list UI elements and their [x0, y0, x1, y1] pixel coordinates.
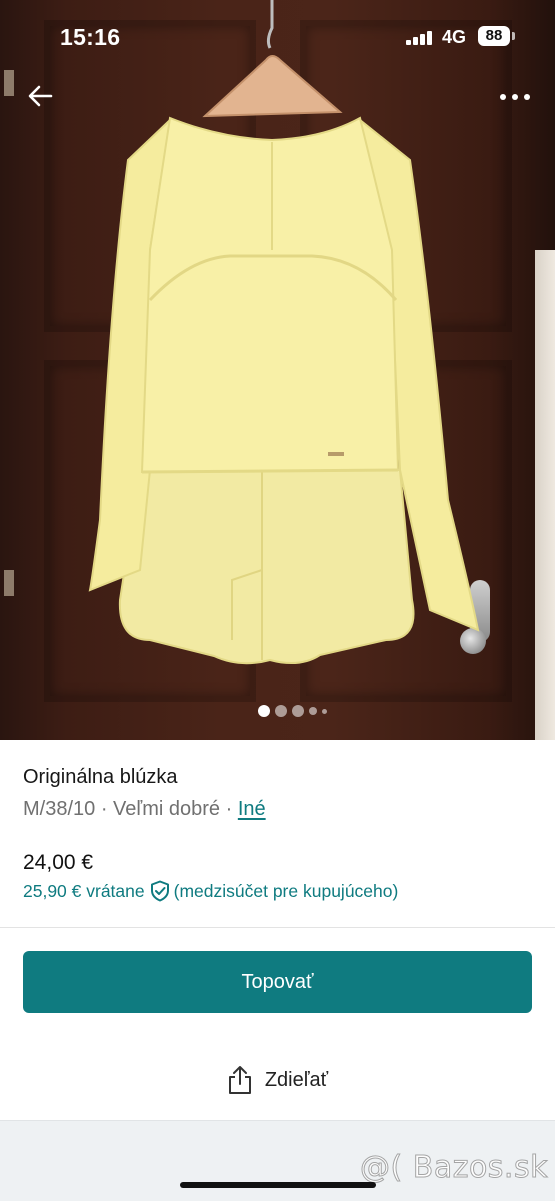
item-price: 24,00 €: [23, 851, 94, 874]
arrow-left-icon: [28, 85, 53, 107]
divider: [0, 927, 555, 928]
watermark: @( Bazos.sk: [360, 1150, 548, 1186]
buyer-price: 25,90 € vrátane: [23, 880, 145, 901]
back-button[interactable]: [20, 78, 60, 114]
status-bar: 15:16 4G 88: [0, 0, 555, 70]
item-title: Originálna blúzka: [23, 766, 178, 788]
more-dots-icon: [500, 94, 530, 100]
pager-dot[interactable]: [292, 705, 304, 717]
battery-tip: [512, 32, 515, 40]
share-icon: [228, 1066, 251, 1094]
buyer-price-row[interactable]: 25,90 € vrátane (medzisúčet pre kupujúce…: [23, 880, 398, 902]
photo-pager: [15, 704, 555, 718]
item-meta-text: M/38/10 · Veľmi dobré ·: [23, 798, 238, 820]
status-time: 15:16: [60, 24, 121, 50]
share-label: Zdieľať: [264, 1068, 329, 1091]
network-type: 4G: [442, 27, 467, 47]
buyer-note: (medzisúčet pre kupujúceho): [173, 880, 399, 901]
pager-dot[interactable]: [309, 707, 317, 715]
item-meta: M/38/10 · Veľmi dobré · Iné: [23, 798, 266, 821]
shield-check-icon: [150, 880, 170, 902]
pager-dot[interactable]: [322, 708, 327, 714]
share-button[interactable]: Zdieľať: [0, 1058, 555, 1102]
pager-dot-active[interactable]: [258, 705, 270, 717]
signal-icon: [406, 31, 432, 45]
home-indicator: [180, 1182, 376, 1188]
blouse-illustration: [88, 0, 480, 665]
product-photo[interactable]: [0, 0, 555, 740]
category-link[interactable]: Iné: [238, 798, 266, 820]
pager-dot[interactable]: [275, 705, 287, 717]
battery-icon: 88: [478, 26, 510, 46]
more-options-button[interactable]: [492, 80, 538, 114]
topovat-button[interactable]: Topovať: [23, 951, 532, 1013]
